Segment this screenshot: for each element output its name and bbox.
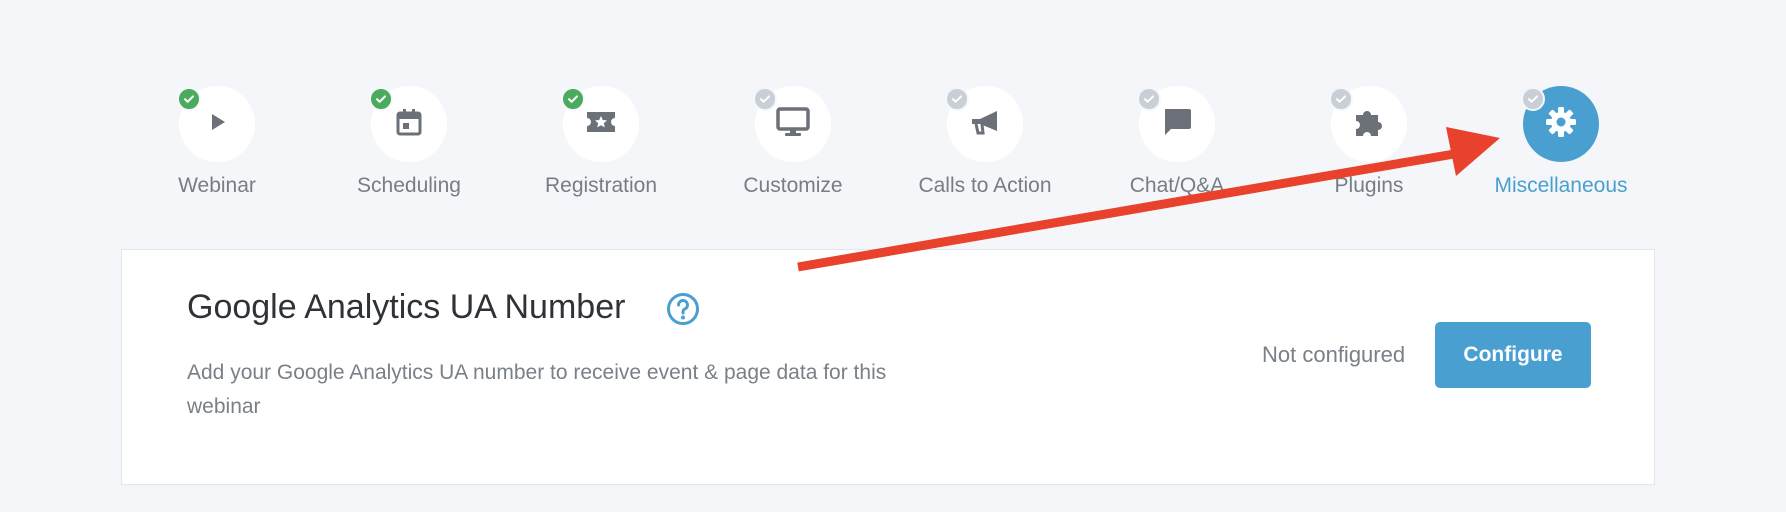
- step-label: Webinar: [178, 174, 256, 197]
- megaphone-icon: [967, 106, 1003, 143]
- check-icon: [1137, 87, 1161, 111]
- check-icon: [1329, 87, 1353, 111]
- step-customize[interactable]: Customize: [698, 86, 888, 198]
- calendar-icon: [393, 106, 425, 143]
- step-scheduling[interactable]: Scheduling: [314, 86, 504, 198]
- check-icon: [561, 87, 585, 111]
- check-icon: [945, 87, 969, 111]
- step-label: Scheduling: [357, 174, 461, 197]
- check-icon: [177, 87, 201, 111]
- step-calls-to-action[interactable]: Calls to Action: [890, 86, 1080, 198]
- check-icon: [1521, 87, 1545, 111]
- setting-title: Google Analytics UA Number: [187, 288, 626, 326]
- chat-bubble-icon: [1160, 105, 1194, 144]
- puzzle-icon: [1352, 105, 1386, 144]
- step-circle: [1329, 86, 1407, 162]
- wizard-steps: Webinar Scheduling Registration Customiz…: [0, 86, 1786, 206]
- step-label: Registration: [544, 174, 658, 197]
- check-icon: [753, 87, 777, 111]
- step-label: Chat/Q&A: [1129, 174, 1225, 197]
- step-circle: [177, 86, 255, 162]
- step-label: Miscellaneous: [1494, 174, 1628, 197]
- check-icon: [369, 87, 393, 111]
- settings-card: Google Analytics UA Number Add your Goog…: [121, 249, 1655, 485]
- step-circle: [1521, 86, 1599, 162]
- ticket-icon: [584, 107, 618, 142]
- step-circle: [561, 86, 639, 162]
- step-circle: [753, 86, 831, 162]
- question-circle-icon[interactable]: [666, 292, 700, 331]
- step-circle: [945, 86, 1023, 162]
- step-label: Plugins: [1334, 174, 1404, 197]
- step-plugins[interactable]: Plugins: [1274, 86, 1464, 198]
- monitor-icon: [775, 106, 811, 143]
- setting-description: Add your Google Analytics UA number to r…: [187, 361, 887, 418]
- configure-button[interactable]: Configure: [1435, 322, 1591, 388]
- gear-icon: [1543, 104, 1579, 145]
- step-circle: [1137, 86, 1215, 162]
- status-text: Not configured: [1262, 342, 1406, 367]
- step-label: Customize: [743, 174, 843, 197]
- step-webinar[interactable]: Webinar: [122, 86, 312, 198]
- step-registration[interactable]: Registration: [506, 86, 696, 198]
- step-circle: [369, 86, 447, 162]
- play-icon: [202, 107, 232, 142]
- step-miscellaneous[interactable]: Miscellaneous: [1466, 86, 1656, 198]
- step-label: Calls to Action: [918, 174, 1052, 197]
- step-chat-qa[interactable]: Chat/Q&A: [1082, 86, 1272, 198]
